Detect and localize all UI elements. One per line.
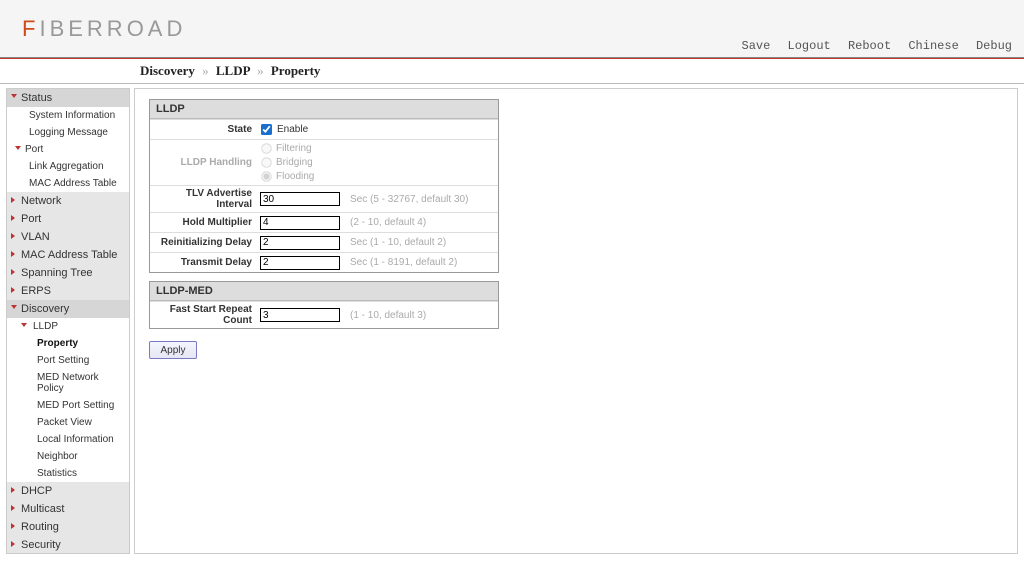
logo-first: F <box>22 16 39 41</box>
handling-bridging-text: Bridging <box>276 157 313 168</box>
caret-right-icon <box>11 487 15 493</box>
handling-filtering-text: Filtering <box>276 143 312 154</box>
sidebar-item-erps[interactable]: ERPS <box>7 282 129 300</box>
lldp-panel-title: LLDP <box>150 100 498 119</box>
caret-down-icon <box>21 323 27 327</box>
sidebar-item-dhcp[interactable]: DHCP <box>7 482 129 500</box>
lldp-med-panel: LLDP-MED Fast Start Repeat Count (1 - 10… <box>149 281 499 329</box>
topbar: FIBERROAD Save Logout Reboot Chinese Deb… <box>0 0 1024 58</box>
link-chinese[interactable]: Chinese <box>908 39 958 53</box>
sidebar-item-security[interactable]: Security <box>7 536 129 554</box>
fast-start-hint: (1 - 10, default 3) <box>350 310 426 321</box>
reinit-hint: Sec (1 - 10, default 2) <box>350 237 446 248</box>
sidebar-item-routing[interactable]: Routing <box>7 518 129 536</box>
link-reboot[interactable]: Reboot <box>848 39 891 53</box>
state-enable-checkbox[interactable] <box>261 124 272 135</box>
state-enable-text: Enable <box>277 124 308 135</box>
sidebar-sub-port[interactable]: Port <box>7 141 129 158</box>
sidebar-item-network[interactable]: Network <box>7 192 129 210</box>
handling-label: LLDP Handling <box>150 157 260 168</box>
transmit-input[interactable] <box>260 256 340 270</box>
hold-label: Hold Multiplier <box>150 217 260 228</box>
logo: FIBERROAD <box>22 16 186 42</box>
apply-button[interactable]: Apply <box>149 341 197 359</box>
handling-filtering-radio <box>261 143 271 153</box>
sidebar-sub-logging-message[interactable]: Logging Message <box>7 124 129 141</box>
tlv-hint: Sec (5 - 32767, default 30) <box>350 194 468 205</box>
caret-right-icon <box>11 523 15 529</box>
sidebar-item-port[interactable]: Port <box>7 210 129 228</box>
fast-start-input[interactable] <box>260 308 340 322</box>
link-logout[interactable]: Logout <box>788 39 831 53</box>
sidebar-sub2-med-port-setting[interactable]: MED Port Setting <box>7 397 129 414</box>
caret-right-icon <box>11 287 15 293</box>
caret-right-icon <box>11 269 15 275</box>
sidebar-item-discovery[interactable]: Discovery <box>7 300 129 318</box>
tlv-label: TLV Advertise Interval <box>150 188 260 210</box>
sidebar-sub2-neighbor[interactable]: Neighbor <box>7 448 129 465</box>
caret-right-icon <box>11 197 15 203</box>
hold-input[interactable] <box>260 216 340 230</box>
fast-start-label: Fast Start Repeat Count <box>150 304 260 326</box>
caret-right-icon <box>11 251 15 257</box>
caret-down-icon <box>15 146 21 150</box>
link-debug[interactable]: Debug <box>976 39 1012 53</box>
handling-bridging-radio <box>261 157 271 167</box>
transmit-label: Transmit Delay <box>150 257 260 268</box>
lldp-med-title: LLDP-MED <box>150 282 498 301</box>
main-content: LLDP State Enable LLDP Handling Filterin… <box>134 88 1018 554</box>
sidebar-sub2-port-setting[interactable]: Port Setting <box>7 352 129 369</box>
reinit-input[interactable] <box>260 236 340 250</box>
tlv-input[interactable] <box>260 192 340 206</box>
state-label: State <box>150 124 260 135</box>
sidebar-sub-lldp[interactable]: LLDP <box>7 318 129 335</box>
link-save[interactable]: Save <box>742 39 771 53</box>
sidebar-sub2-packet-view[interactable]: Packet View <box>7 414 129 431</box>
logo-rest: IBERROAD <box>39 16 186 41</box>
chevron-icon: » <box>257 63 264 78</box>
transmit-hint: Sec (1 - 8191, default 2) <box>350 257 457 268</box>
chevron-icon: » <box>202 63 209 78</box>
lldp-panel: LLDP State Enable LLDP Handling Filterin… <box>149 99 499 273</box>
handling-flooding-radio <box>261 171 271 181</box>
handling-flooding-text: Flooding <box>276 171 314 182</box>
sidebar-sub2-statistics[interactable]: Statistics <box>7 465 129 482</box>
sidebar-item-vlan[interactable]: VLAN <box>7 228 129 246</box>
top-links: Save Logout Reboot Chinese Debug <box>732 39 1013 53</box>
sidebar-item-mac-table[interactable]: MAC Address Table <box>7 246 129 264</box>
sidebar-item-status[interactable]: Status <box>7 89 129 107</box>
sidebar-sub2-local-information[interactable]: Local Information <box>7 431 129 448</box>
crumb-lldp: LLDP <box>216 63 250 78</box>
sidebar-sub-link-aggregation[interactable]: Link Aggregation <box>7 158 129 175</box>
breadcrumb: Discovery » LLDP » Property <box>0 59 1024 84</box>
sidebar: Status System Information Logging Messag… <box>6 88 130 554</box>
crumb-discovery: Discovery <box>140 63 195 78</box>
sidebar-sub2-med-network-policy[interactable]: MED Network Policy <box>7 369 129 397</box>
sidebar-sub-mac-address-table[interactable]: MAC Address Table <box>7 175 129 192</box>
caret-right-icon <box>11 541 15 547</box>
caret-right-icon <box>11 233 15 239</box>
caret-right-icon <box>11 505 15 511</box>
reinit-label: Reinitializing Delay <box>150 237 260 248</box>
caret-right-icon <box>11 215 15 221</box>
caret-down-icon <box>11 94 17 98</box>
sidebar-sub-system-information[interactable]: System Information <box>7 107 129 124</box>
sidebar-sub2-property[interactable]: Property <box>7 335 129 352</box>
sidebar-item-spanning-tree[interactable]: Spanning Tree <box>7 264 129 282</box>
hold-hint: (2 - 10, default 4) <box>350 217 426 228</box>
crumb-property: Property <box>271 63 321 78</box>
caret-down-icon <box>11 305 17 309</box>
sidebar-item-multicast[interactable]: Multicast <box>7 500 129 518</box>
